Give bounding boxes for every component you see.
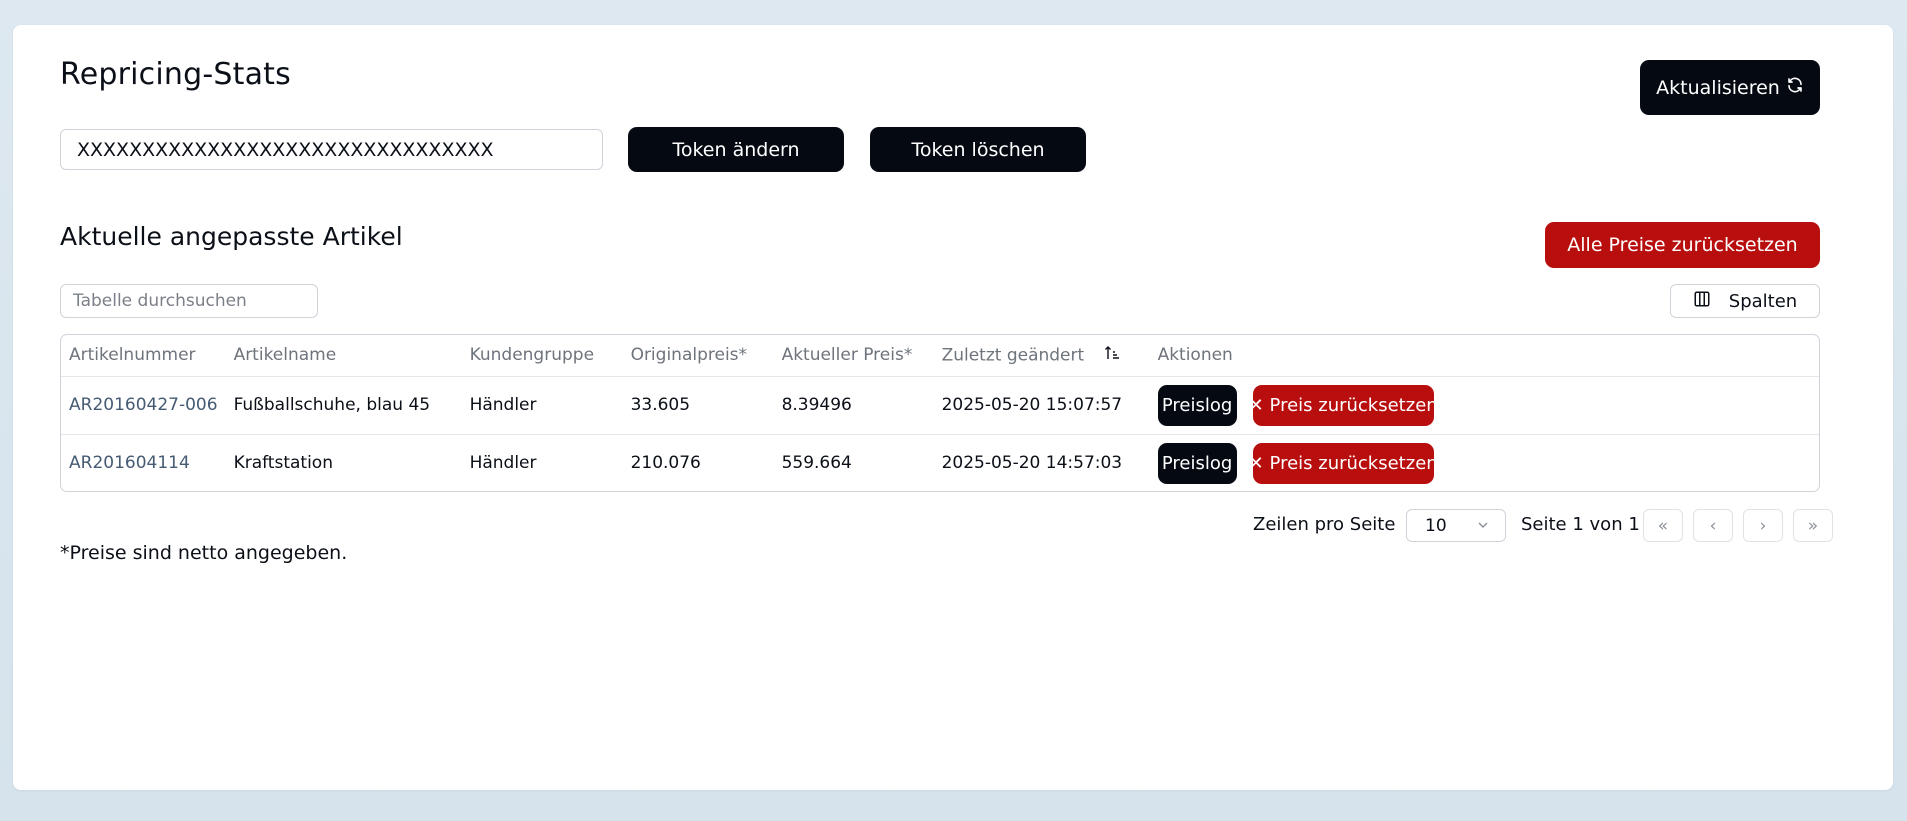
refresh-icon	[1786, 76, 1804, 99]
cell-customer-group: Händler	[461, 433, 623, 491]
header-article-name[interactable]: Artikelname	[226, 335, 462, 376]
close-icon: ✕	[1248, 394, 1264, 416]
price-log-button[interactable]: Preislog	[1157, 384, 1237, 426]
columns-button-label: Spalten	[1728, 290, 1798, 312]
header-original-price[interactable]: Originalpreis*	[623, 335, 774, 376]
reset-price-label: Preis zurücksetzen	[1269, 452, 1438, 474]
token-input[interactable]	[60, 129, 603, 170]
table-row: AR201604114 Kraftstation Händler 210.076…	[61, 433, 1819, 491]
price-log-button[interactable]: Preislog	[1157, 442, 1237, 484]
header-article-number[interactable]: Artikelnummer	[61, 335, 226, 376]
table-header-row: Artikelnummer Artikelname Kundengruppe O…	[61, 335, 1819, 376]
cell-article-name: Fußballschuhe, blau 45	[225, 375, 462, 434]
header-last-changed-cell[interactable]: Zuletzt geändert	[934, 335, 1150, 376]
columns-button[interactable]: Spalten	[1670, 284, 1820, 318]
rows-per-page-value: 10	[1425, 515, 1447, 536]
cell-customer-group: Händler	[461, 375, 623, 434]
reset-price-button[interactable]: ✕ Preis zurücksetzen	[1248, 442, 1438, 484]
delete-token-button[interactable]: Token löschen	[870, 127, 1086, 172]
header-current-price[interactable]: Aktueller Preis*	[774, 335, 934, 376]
chevron-right-icon: ›	[1759, 515, 1767, 536]
header-last-changed: Zuletzt geändert	[941, 345, 1085, 366]
last-page-button[interactable]: »	[1793, 509, 1833, 542]
refresh-button[interactable]: Aktualisieren	[1640, 60, 1820, 115]
chevron-left-icon: ‹	[1709, 515, 1717, 536]
chevrons-left-icon: «	[1657, 515, 1669, 536]
cell-article-name: Kraftstation	[225, 433, 462, 491]
reset-price-button[interactable]: ✕ Preis zurücksetzen	[1248, 384, 1438, 426]
table-search-input[interactable]	[60, 284, 318, 318]
reset-all-prices-button[interactable]: Alle Preise zurücksetzen	[1545, 222, 1820, 268]
close-icon: ✕	[1248, 452, 1264, 474]
chevrons-right-icon: »	[1807, 515, 1819, 536]
rows-per-page-label: Zeilen pro Seite	[1253, 514, 1396, 535]
reset-price-label: Preis zurücksetzen	[1269, 394, 1438, 416]
footnote: *Preise sind netto angegeben.	[60, 542, 348, 564]
header-customer-group[interactable]: Kundengruppe	[462, 335, 623, 376]
cell-article-number[interactable]: AR201604114	[61, 433, 226, 491]
cell-current-price: 8.39496	[773, 375, 934, 434]
cell-current-price: 559.664	[773, 433, 934, 491]
cell-article-number[interactable]: AR20160427-006	[61, 375, 226, 434]
sort-ascending-icon[interactable]	[1104, 345, 1120, 366]
refresh-button-label: Aktualisieren	[1656, 76, 1780, 99]
cell-actions: Preislog ✕ Preis zurücksetzen	[1149, 433, 1819, 491]
next-page-button[interactable]: ›	[1743, 509, 1783, 542]
cell-last-changed: 2025-05-20 14:57:03	[933, 433, 1150, 491]
first-page-button[interactable]: «	[1643, 509, 1683, 542]
cell-last-changed: 2025-05-20 15:07:57	[933, 375, 1150, 434]
cell-original-price: 210.076	[622, 433, 774, 491]
page-info: Seite 1 von 1	[1521, 514, 1640, 535]
page-title: Repricing-Stats	[60, 57, 291, 92]
previous-page-button[interactable]: ‹	[1693, 509, 1733, 542]
columns-icon	[1693, 290, 1711, 313]
table-row: AR20160427-006 Fußballschuhe, blau 45 Hä…	[61, 375, 1819, 434]
chevron-down-icon	[1477, 516, 1489, 536]
rows-per-page-select[interactable]: 10	[1406, 509, 1506, 542]
cell-actions: Preislog ✕ Preis zurücksetzen	[1149, 375, 1819, 434]
header-actions: Aktionen	[1157, 345, 1233, 366]
section-title: Aktuelle angepasste Artikel	[60, 222, 403, 251]
change-token-button[interactable]: Token ändern	[628, 127, 844, 172]
articles-table: Artikelnummer Artikelname Kundengruppe O…	[60, 334, 1820, 492]
cell-original-price: 33.605	[622, 375, 774, 434]
